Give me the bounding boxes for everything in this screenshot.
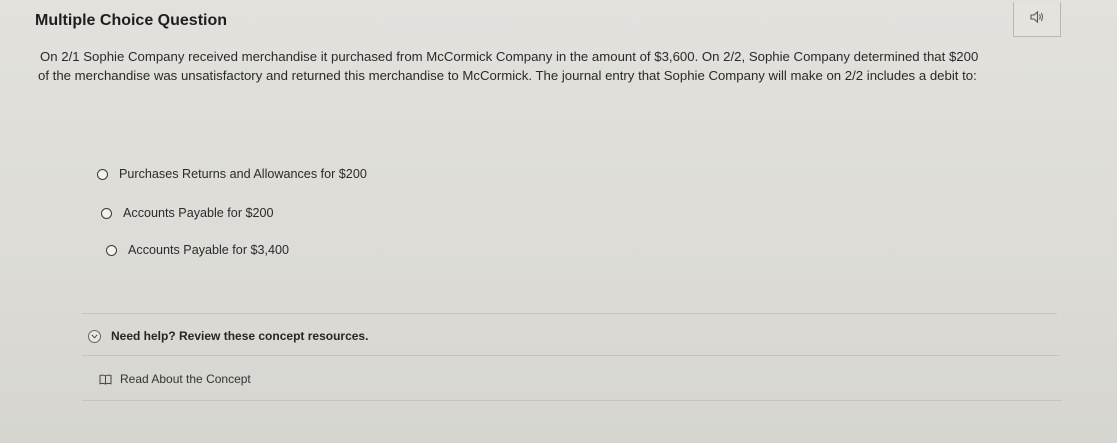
speaker-icon	[1029, 10, 1045, 29]
option-2[interactable]: Accounts Payable for $200	[101, 206, 274, 220]
read-about-concept-label: Read About the Concept	[120, 372, 251, 386]
question-page: Multiple Choice Question On 2/1 Sophie C…	[0, 0, 1117, 443]
question-text: On 2/1 Sophie Company received merchandi…	[38, 47, 1100, 85]
radio-button-3[interactable]	[106, 244, 117, 256]
radio-button-2[interactable]	[101, 207, 112, 219]
help-label: Need help? Review these concept resource…	[111, 329, 369, 343]
divider-bottom	[82, 400, 1062, 401]
chevron-down-icon	[88, 329, 101, 343]
option-1-label: Purchases Returns and Allowances for $20…	[119, 167, 367, 181]
question-line-2: of the merchandise was unsatisfactory an…	[38, 68, 977, 83]
option-2-label: Accounts Payable for $200	[123, 206, 274, 220]
divider-middle	[82, 355, 1060, 356]
option-3-label: Accounts Payable for $3,400	[128, 243, 290, 257]
option-1[interactable]: Purchases Returns and Allowances for $20…	[97, 167, 367, 181]
page-title: Multiple Choice Question	[35, 12, 228, 29]
divider-top	[82, 313, 1057, 314]
question-line-1: On 2/1 Sophie Company received merchandi…	[40, 49, 979, 64]
book-icon	[99, 374, 112, 385]
radio-button-1[interactable]	[97, 168, 108, 180]
option-3[interactable]: Accounts Payable for $3,400	[106, 243, 289, 257]
read-about-concept-link[interactable]: Read About the Concept	[99, 372, 251, 386]
audio-button[interactable]	[1013, 2, 1061, 37]
help-toggle[interactable]: Need help? Review these concept resource…	[88, 329, 368, 343]
